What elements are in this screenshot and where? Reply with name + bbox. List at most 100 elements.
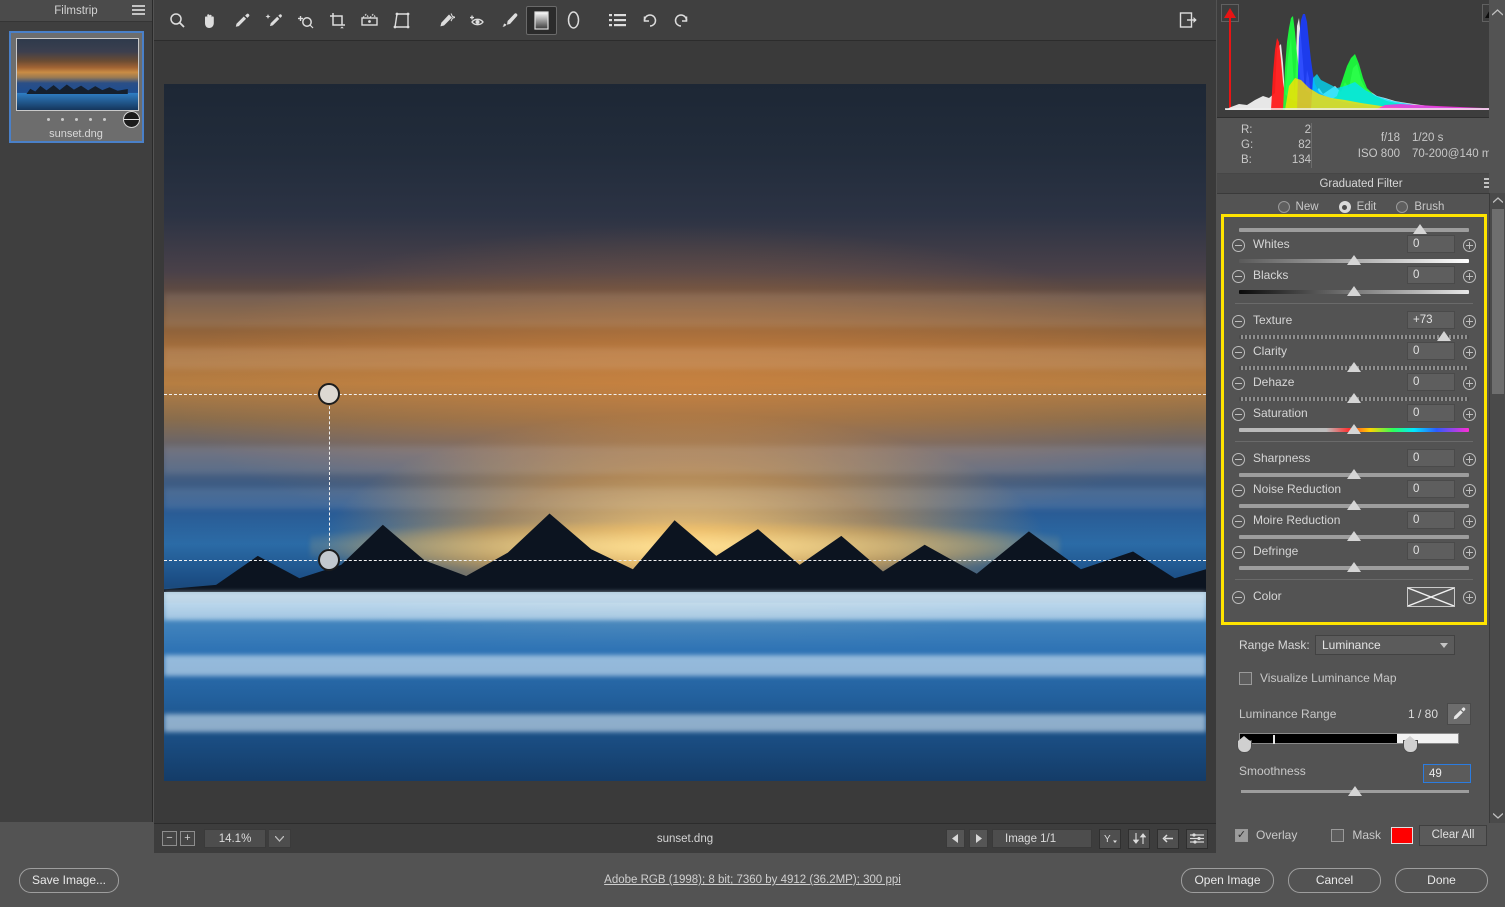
adjustment-brush-tool[interactable] — [494, 6, 525, 35]
increase-noise-reduction-button[interactable] — [1463, 484, 1476, 497]
texture-slider-thumb[interactable] — [1437, 331, 1452, 341]
clear-all-button[interactable]: Clear All — [1419, 824, 1487, 846]
gradient-handle-end[interactable] — [317, 549, 340, 572]
decrease-whites-button[interactable] — [1232, 239, 1245, 252]
dehaze-slider-thumb[interactable] — [1347, 393, 1361, 403]
noise-reduction-slider-thumb[interactable] — [1347, 500, 1361, 510]
decrease-sharpness-button[interactable] — [1232, 453, 1245, 466]
partial-slider-thumb[interactable] — [1412, 224, 1427, 234]
panel-collapse-icon[interactable] — [1490, 6, 1504, 20]
luminance-range-slider[interactable] — [1237, 733, 1459, 753]
luminance-range-max-handle[interactable] — [1403, 736, 1419, 753]
mask-color-swatch[interactable] — [1391, 826, 1414, 844]
color-sampler-tool[interactable] — [290, 6, 321, 35]
texture-slider-track[interactable] — [1239, 335, 1469, 339]
saturation-slider-thumb[interactable] — [1347, 424, 1361, 434]
zoom-out-button[interactable]: − — [162, 831, 177, 846]
white-balance-tool[interactable] — [226, 6, 257, 35]
moire-reduction-slider-thumb[interactable] — [1347, 531, 1361, 541]
previous-image-button[interactable] — [946, 829, 965, 848]
scroll-down-chevron-icon[interactable] — [1490, 808, 1505, 823]
increase-moire-reduction-button[interactable] — [1463, 515, 1476, 528]
increase-clarity-button[interactable] — [1463, 346, 1476, 359]
whites-slider-thumb[interactable] — [1347, 255, 1361, 265]
decrease-defringe-button[interactable] — [1232, 546, 1245, 559]
zoom-level-value[interactable]: 14.1% — [204, 829, 266, 848]
blacks-slider-thumb[interactable] — [1347, 286, 1361, 296]
next-image-button[interactable] — [969, 829, 988, 848]
histogram-panel[interactable] — [1217, 0, 1505, 118]
open-image-button[interactable]: Open Image — [1181, 867, 1274, 893]
preview-toggle-y-button[interactable]: Y — [1099, 828, 1121, 849]
rating-dots[interactable] — [16, 111, 140, 128]
saturation-value[interactable]: 0 — [1407, 404, 1455, 422]
zoom-dropdown-chevron-down-icon[interactable] — [269, 829, 291, 848]
zoom-tool[interactable] — [162, 6, 193, 35]
increase-dehaze-button[interactable] — [1463, 377, 1476, 390]
overlay-checkbox[interactable] — [1235, 828, 1248, 842]
visualize-luminance-checkbox[interactable] — [1239, 671, 1252, 685]
red-eye-tool[interactable] — [462, 6, 493, 35]
increase-whites-button[interactable] — [1463, 239, 1476, 252]
presets-tool[interactable] — [602, 6, 633, 35]
moire-reduction-value[interactable]: 0 — [1407, 511, 1455, 529]
overlay-toggle[interactable]: Overlay — [1235, 828, 1297, 842]
decrease-blacks-button[interactable] — [1232, 270, 1245, 283]
image-canvas[interactable] — [154, 41, 1216, 823]
radial-filter-tool[interactable] — [558, 6, 589, 35]
open-preferences-icon[interactable] — [1173, 6, 1204, 35]
copy-settings-button[interactable] — [1157, 828, 1179, 849]
scrollbar-thumb[interactable] — [1492, 209, 1504, 394]
dehaze-value[interactable]: 0 — [1407, 373, 1455, 391]
texture-value[interactable]: +73 — [1407, 311, 1455, 329]
spot-removal-tool[interactable] — [430, 6, 461, 35]
range-mask-select[interactable]: Luminance — [1315, 635, 1455, 655]
panel-vertical-scrollbar[interactable] — [1489, 193, 1505, 823]
decrease-moire-reduction-button[interactable] — [1232, 515, 1245, 528]
straighten-tool[interactable] — [354, 6, 385, 35]
whites-value[interactable]: 0 — [1407, 235, 1455, 253]
mask-toggle[interactable]: Mask — [1331, 826, 1414, 844]
increase-saturation-button[interactable] — [1463, 408, 1476, 421]
increase-sharpness-button[interactable] — [1463, 453, 1476, 466]
increase-blacks-button[interactable] — [1463, 270, 1476, 283]
clarity-slider-thumb[interactable] — [1347, 362, 1361, 372]
noise-reduction-value[interactable]: 0 — [1407, 480, 1455, 498]
decrease-color-button[interactable] — [1232, 591, 1245, 604]
clarity-value[interactable]: 0 — [1407, 342, 1455, 360]
smoothness-slider-track[interactable] — [1241, 786, 1469, 796]
decrease-saturation-button[interactable] — [1232, 408, 1245, 421]
decrease-clarity-button[interactable] — [1232, 346, 1245, 359]
increase-color-button[interactable] — [1463, 591, 1476, 604]
preview-preferences-button[interactable] — [1186, 828, 1208, 849]
decrease-dehaze-button[interactable] — [1232, 377, 1245, 390]
increase-defringe-button[interactable] — [1463, 546, 1476, 559]
done-button[interactable]: Done — [1395, 867, 1488, 893]
cancel-button[interactable]: Cancel — [1288, 867, 1381, 893]
gradient-handle-start[interactable] — [317, 383, 340, 406]
sharpness-value[interactable]: 0 — [1407, 449, 1455, 467]
increase-texture-button[interactable] — [1463, 315, 1476, 328]
zoom-in-button[interactable]: + — [180, 831, 195, 846]
magic-wand-eyedropper-tool[interactable] — [258, 6, 289, 35]
defringe-value[interactable]: 0 — [1407, 542, 1455, 560]
filmstrip-thumbnail-item[interactable]: sunset.dng — [8, 31, 144, 143]
filmstrip-menu-icon[interactable] — [132, 5, 145, 18]
sharpness-slider-thumb[interactable] — [1347, 469, 1361, 479]
radio-edit[interactable]: Edit — [1338, 201, 1376, 213]
smoothness-value-input[interactable]: 49 — [1423, 764, 1471, 783]
blacks-value[interactable]: 0 — [1407, 266, 1455, 284]
rotate-cw-tool[interactable] — [666, 6, 697, 35]
hand-tool[interactable] — [194, 6, 225, 35]
radio-brush[interactable]: Brush — [1396, 201, 1444, 213]
decrease-noise-reduction-button[interactable] — [1232, 484, 1245, 497]
defringe-slider-thumb[interactable] — [1347, 562, 1361, 572]
photo-preview[interactable] — [164, 83, 1206, 781]
decrease-texture-button[interactable] — [1232, 315, 1245, 328]
partial-slider-track[interactable] — [1239, 228, 1469, 232]
mask-checkbox[interactable] — [1331, 828, 1345, 842]
luminance-eyedropper-icon[interactable] — [1447, 703, 1471, 725]
image-info-link[interactable]: Adobe RGB (1998); 8 bit; 7360 by 4912 (3… — [604, 874, 901, 886]
swap-before-after-button[interactable] — [1128, 828, 1150, 849]
luminance-range-min-handle[interactable] — [1237, 736, 1253, 753]
